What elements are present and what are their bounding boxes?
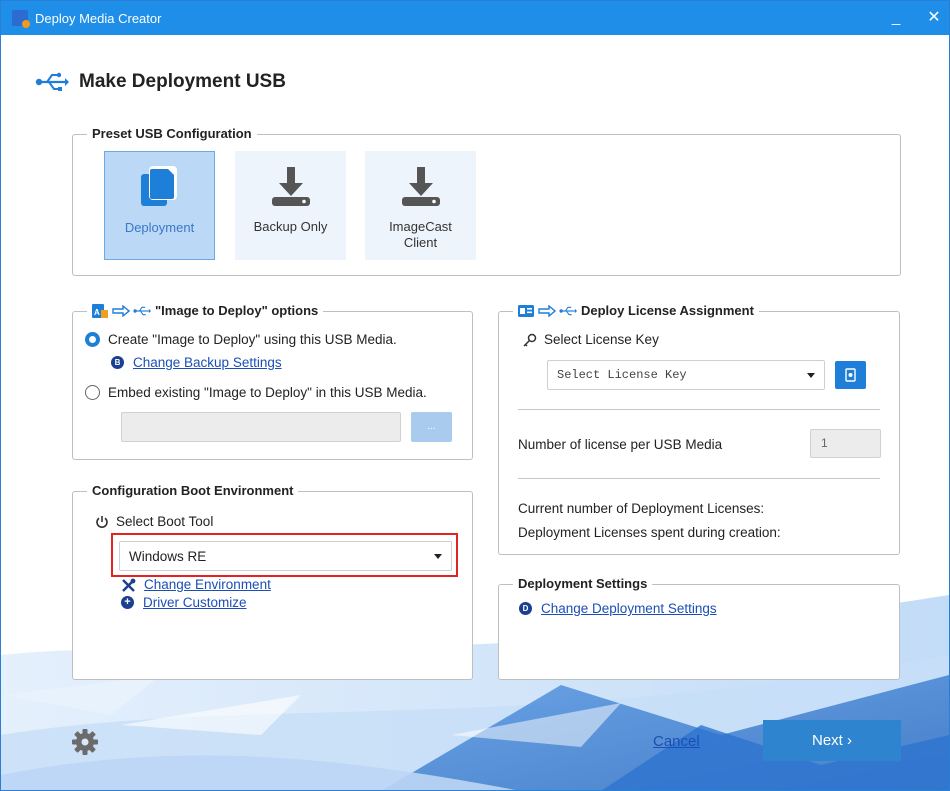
image-file-icon: A <box>92 303 108 318</box>
group-legend: Deploy License Assignment <box>513 303 759 318</box>
image-path-input[interactable] <box>121 412 401 442</box>
driver-customize-link[interactable]: Driver Customize <box>143 595 247 610</box>
select-license-key-label: Select License Key <box>544 332 659 347</box>
license-card-icon <box>518 304 534 317</box>
power-icon <box>96 515 108 528</box>
page-title: Make Deployment USB <box>79 71 286 92</box>
image-to-deploy-options-group: A "Image to Deploy" options Create "Imag… <box>72 303 473 460</box>
arrow-right-icon <box>538 304 556 317</box>
option-create-image-row[interactable]: Create "Image to Deploy" using this USB … <box>85 332 397 347</box>
key-icon <box>523 333 537 347</box>
group-legend: Configuration Boot Environment <box>87 483 299 498</box>
tile-label: Deployment <box>124 220 195 235</box>
group-legend: A "Image to Deploy" options <box>87 303 324 318</box>
group-legend: Preset USB Configuration <box>87 126 257 141</box>
select-boot-tool-label: Select Boot Tool <box>116 514 214 529</box>
cancel-button[interactable]: Cancel <box>653 733 700 750</box>
svg-text:A: A <box>94 308 100 317</box>
select-boot-tool-row: Select Boot Tool <box>95 514 213 529</box>
preset-usb-configuration-group: Preset USB Configuration Deployment Back… <box>72 126 901 276</box>
deployment-settings-group: Deployment Settings D Change Deployment … <box>498 576 900 680</box>
change-backup-row: B Change Backup Settings <box>111 355 282 370</box>
tile-label: Backup Only <box>253 219 328 234</box>
usb-icon <box>35 72 69 91</box>
copy-icon <box>140 166 177 206</box>
change-backup-settings-link[interactable]: Change Backup Settings <box>133 355 282 370</box>
license-key-manage-button[interactable] <box>835 361 866 389</box>
download-icon <box>401 167 440 206</box>
license-file-icon <box>845 368 856 382</box>
group-legend: Deployment Settings <box>513 576 653 591</box>
driver-customize-row: + Driver Customize <box>121 595 247 610</box>
app-icon <box>12 10 30 28</box>
chevron-down-icon <box>807 373 815 378</box>
license-per-media-label: Number of license per USB Media <box>518 437 723 452</box>
usb-icon <box>559 306 577 315</box>
preset-tile-imagecast-client[interactable]: ImageCast Client <box>365 151 476 260</box>
next-button[interactable]: Next › <box>763 720 901 761</box>
configuration-boot-environment-group: Configuration Boot Environment Select Bo… <box>72 483 473 680</box>
deploy-license-assignment-group: Deploy License Assignment Select License… <box>498 303 900 555</box>
tile-label: ImageCast Client <box>389 219 452 250</box>
close-button[interactable]: ✕ <box>921 7 947 29</box>
plus-circle-icon: + <box>121 596 134 609</box>
group-legend-text: Deploy License Assignment <box>581 303 754 318</box>
select-license-key-row: Select License Key <box>523 332 659 347</box>
divider <box>518 409 880 410</box>
change-deployment-settings-link[interactable]: Change Deployment Settings <box>541 601 717 616</box>
divider <box>518 478 880 479</box>
option-embed-image-row[interactable]: Embed existing "Image to Deploy" in this… <box>85 385 427 400</box>
gear-icon[interactable] <box>71 728 99 756</box>
window-title: Deploy Media Creator <box>35 11 162 26</box>
change-deployment-settings-row: D Change Deployment Settings <box>519 601 717 616</box>
option-embed-label: Embed existing "Image to Deploy" in this… <box>108 385 427 400</box>
deployment-badge-icon: D <box>519 602 532 615</box>
current-licenses-label: Current number of Deployment Licenses: <box>518 501 765 516</box>
backup-badge-icon: B <box>111 356 124 369</box>
browse-image-button[interactable]: ... <box>411 412 452 442</box>
main-window: Deploy Media Creator _ ✕ Make Deployment… <box>0 0 950 791</box>
option-create-label: Create "Image to Deploy" using this USB … <box>108 332 397 347</box>
preset-tile-backup-only[interactable]: Backup Only <box>235 151 346 260</box>
change-environment-row: Change Environment <box>121 577 271 592</box>
usb-icon <box>133 306 151 315</box>
license-key-select-value: Select License Key <box>557 368 687 382</box>
tools-icon <box>122 578 136 592</box>
minimize-button[interactable]: _ <box>883 7 909 29</box>
highlight-box <box>111 533 458 577</box>
preset-tile-deployment[interactable]: Deployment <box>104 151 215 260</box>
license-key-select[interactable]: Select License Key <box>547 360 825 390</box>
change-environment-link[interactable]: Change Environment <box>144 577 271 592</box>
download-icon <box>271 167 310 206</box>
radio-create-image[interactable] <box>85 332 100 347</box>
page-header: Make Deployment USB <box>35 71 286 93</box>
group-legend-text: "Image to Deploy" options <box>155 303 319 318</box>
license-per-media-input[interactable]: 1 <box>810 429 881 458</box>
radio-embed-image[interactable] <box>85 385 100 400</box>
spent-licenses-label: Deployment Licenses spent during creatio… <box>518 525 781 540</box>
arrow-right-icon <box>112 304 130 317</box>
title-bar: Deploy Media Creator _ ✕ <box>1 1 949 35</box>
